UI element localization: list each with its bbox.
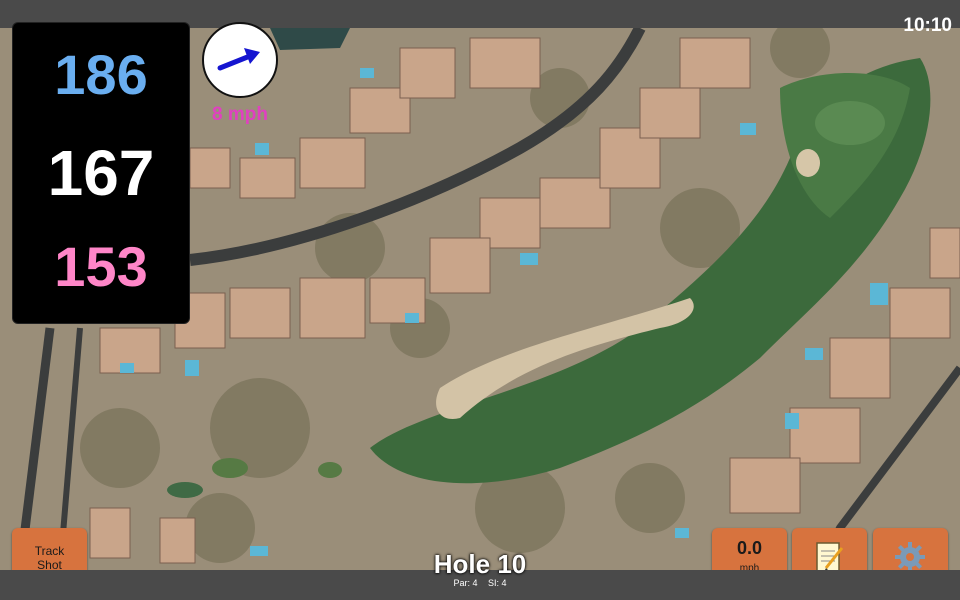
hole-stroke-index: SI: 4 (488, 578, 507, 588)
gear-icon (895, 542, 925, 572)
clock: 10:10 (903, 15, 952, 36)
wind-direction-arrow-icon (217, 48, 260, 71)
distance-panel: 186 167 153 (12, 22, 190, 324)
notepad-icon (816, 542, 844, 572)
track-shot-label-line1: Track (34, 544, 65, 558)
wind-speed-label: 8 mph (212, 104, 268, 125)
wind-direction-indicator[interactable] (202, 22, 278, 98)
middle-distance: 167 (47, 137, 155, 209)
hole-par: Par: 4 (453, 578, 478, 588)
hole-title: Hole 10 (433, 549, 527, 579)
hole-info: Par: 4 SI: 4 (400, 578, 560, 588)
wind-speed-value: 0.0 (736, 538, 763, 558)
front-distance: 153 (54, 235, 148, 298)
back-distance: 186 (54, 43, 148, 106)
